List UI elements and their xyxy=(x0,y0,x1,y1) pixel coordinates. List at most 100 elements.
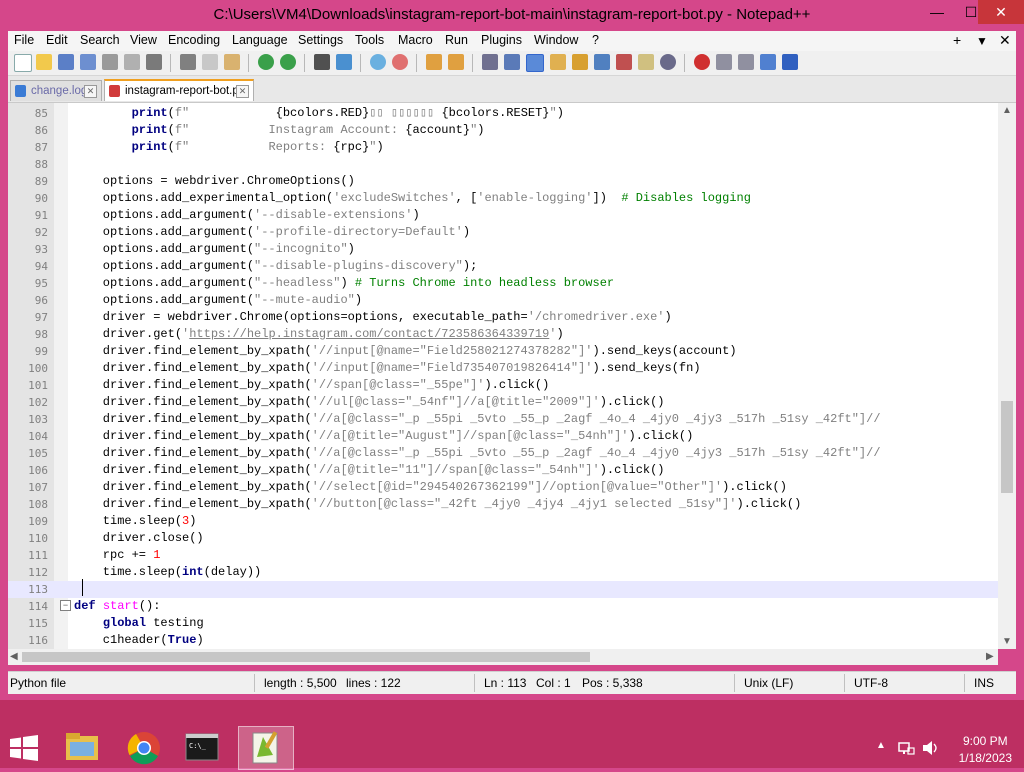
code-text[interactable]: global testing xyxy=(74,615,204,632)
code-line[interactable]: 87 print(f" Reports: {rpc}") xyxy=(8,139,998,156)
stop-macro-icon[interactable] xyxy=(716,54,732,70)
menu-encoding[interactable]: Encoding xyxy=(168,33,220,47)
code-text[interactable]: time.sleep(int(delay)) xyxy=(74,564,261,581)
code-text[interactable]: options.add_experimental_option('exclude… xyxy=(74,190,751,207)
tab-close-icon[interactable]: ✕ xyxy=(84,85,97,98)
code-line[interactable]: 114 def start(): xyxy=(8,598,998,615)
code-line[interactable]: 111 rpc += 1 xyxy=(8,547,998,564)
menu-settings[interactable]: Settings xyxy=(298,33,343,47)
code-line[interactable]: 108 driver.find_element_by_xpath('//butt… xyxy=(8,496,998,513)
file-explorer-taskbar-button[interactable] xyxy=(56,728,108,772)
notepadpp-taskbar-button[interactable] xyxy=(238,726,294,770)
code-line[interactable]: 97 driver = webdriver.Chrome(options=opt… xyxy=(8,309,998,326)
print-icon[interactable] xyxy=(146,54,162,70)
code-line[interactable]: 100 driver.find_element_by_xpath('//inpu… xyxy=(8,360,998,377)
minimize-button[interactable]: — xyxy=(920,0,954,24)
new-file-icon[interactable] xyxy=(14,54,32,72)
indent-guide-icon[interactable] xyxy=(526,54,544,72)
vertical-scrollbar[interactable]: ▲ ▼ xyxy=(998,103,1016,649)
fold-minus-icon[interactable]: − xyxy=(60,600,71,611)
network-icon[interactable] xyxy=(898,740,916,756)
tray-expand-icon[interactable]: ▲ xyxy=(876,740,886,751)
menu-help[interactable]: ? xyxy=(592,33,599,47)
tab-close-icon[interactable]: ✕ xyxy=(236,85,249,98)
chrome-taskbar-button[interactable] xyxy=(118,728,170,772)
replace-icon[interactable] xyxy=(336,54,352,70)
code-text[interactable]: driver.find_element_by_xpath('//a[@class… xyxy=(74,411,881,428)
monitoring-icon[interactable] xyxy=(638,54,654,70)
code-text[interactable]: driver.find_element_by_xpath('//select[@… xyxy=(74,479,787,496)
code-line[interactable]: 109 time.sleep(3) xyxy=(8,513,998,530)
menu-window[interactable]: Window xyxy=(534,33,578,47)
sync-horizontal-icon[interactable] xyxy=(448,54,464,70)
code-text[interactable]: print(f" {bcolors.RED}▯▯ ▯▯▯▯▯▯ {bcolors… xyxy=(74,105,564,122)
doc-map-icon[interactable] xyxy=(572,54,588,70)
code-line[interactable]: 116 c1header(True) xyxy=(8,632,998,649)
code-text[interactable]: driver = webdriver.Chrome(options=option… xyxy=(74,309,672,326)
menu-plugins[interactable]: Plugins xyxy=(481,33,522,47)
code-line[interactable]: 89 options = webdriver.ChromeOptions() xyxy=(8,173,998,190)
code-text[interactable]: options.add_argument('--disable-extensio… xyxy=(74,207,420,224)
horizontal-scroll-thumb[interactable] xyxy=(22,652,590,662)
code-line[interactable]: 110 driver.close() xyxy=(8,530,998,547)
code-text[interactable]: options = webdriver.ChromeOptions() xyxy=(74,173,355,190)
code-text[interactable]: options.add_argument('--profile-director… xyxy=(74,224,470,241)
menu-macro[interactable]: Macro xyxy=(398,33,433,47)
code-text[interactable]: driver.get('https://help.instagram.com/c… xyxy=(74,326,564,343)
code-line[interactable]: 104 driver.find_element_by_xpath('//a[@t… xyxy=(8,428,998,445)
code-text[interactable]: driver.find_element_by_xpath('//input[@n… xyxy=(74,343,737,360)
code-text[interactable]: options.add_argument("--incognito") xyxy=(74,241,355,258)
code-line[interactable]: 103 driver.find_element_by_xpath('//a[@c… xyxy=(8,411,998,428)
code-text[interactable]: driver.close() xyxy=(74,530,204,547)
scroll-down-icon[interactable]: ▼ xyxy=(998,636,1016,647)
udl-icon[interactable] xyxy=(550,54,566,70)
code-line[interactable]: 112 time.sleep(int(delay)) xyxy=(8,564,998,581)
menu-file[interactable]: File xyxy=(14,33,34,47)
code-line[interactable]: 96 options.add_argument("--mute-audio") xyxy=(8,292,998,309)
code-editor[interactable]: 85 print(f" {bcolors.RED}▯▯ ▯▯▯▯▯▯ {bcol… xyxy=(8,103,1016,649)
code-line[interactable]: 85 print(f" {bcolors.RED}▯▯ ▯▯▯▯▯▯ {bcol… xyxy=(8,105,998,122)
scroll-up-icon[interactable]: ▲ xyxy=(998,105,1016,116)
code-text[interactable]: def start(): xyxy=(74,598,160,615)
zoom-out-icon[interactable] xyxy=(392,54,408,70)
code-text[interactable]: driver.find_element_by_xpath('//input[@n… xyxy=(74,360,701,377)
menu-view[interactable]: View xyxy=(130,33,157,47)
taskbar-clock[interactable]: 9:00 PM 1/18/2023 xyxy=(959,733,1012,767)
tab-change-log[interactable]: change.log ✕ xyxy=(10,80,102,101)
scroll-right-icon[interactable]: ▶ xyxy=(986,649,994,665)
redo-icon[interactable] xyxy=(280,54,296,70)
code-text[interactable]: driver.find_element_by_xpath('//ul[@clas… xyxy=(74,394,665,411)
close-file-icon[interactable] xyxy=(102,54,118,70)
menu-edit[interactable]: Edit xyxy=(46,33,68,47)
show-all-chars-icon[interactable] xyxy=(504,54,520,70)
menu-tools[interactable]: Tools xyxy=(355,33,384,47)
code-line[interactable]: 102 driver.find_element_by_xpath('//ul[@… xyxy=(8,394,998,411)
sync-vertical-icon[interactable] xyxy=(426,54,442,70)
close-all-icon[interactable] xyxy=(124,54,140,70)
code-text[interactable]: c1header(True) xyxy=(74,632,204,649)
windows-start-icon[interactable] xyxy=(10,735,38,761)
code-line[interactable]: 92 options.add_argument('--profile-direc… xyxy=(8,224,998,241)
code-line[interactable]: 90 options.add_experimental_option('excl… xyxy=(8,190,998,207)
scroll-left-icon[interactable]: ◀ xyxy=(10,649,18,665)
code-text[interactable]: time.sleep(3) xyxy=(74,513,197,530)
code-text[interactable]: rpc += 1 xyxy=(74,547,161,564)
title-bar[interactable]: C:\Users\VM4\Downloads\instagram-report-… xyxy=(0,0,1024,30)
code-line[interactable]: 107 driver.find_element_by_xpath('//sele… xyxy=(8,479,998,496)
save-all-icon[interactable] xyxy=(80,54,96,70)
play-macro-icon[interactable] xyxy=(738,54,754,70)
code-text[interactable]: options.add_argument("--mute-audio") xyxy=(74,292,362,309)
vertical-scroll-thumb[interactable] xyxy=(1001,401,1013,493)
code-line[interactable]: 88 xyxy=(8,156,998,173)
code-line[interactable]: 86 print(f" Instagram Account: {account}… xyxy=(8,122,998,139)
code-text[interactable]: print(f" Reports: {rpc}") xyxy=(74,139,384,156)
code-line[interactable]: 99 driver.find_element_by_xpath('//input… xyxy=(8,343,998,360)
status-eol[interactable]: Unix (LF) xyxy=(744,676,793,690)
code-text[interactable]: driver.find_element_by_xpath('//span[@cl… xyxy=(74,377,549,394)
record-macro-icon[interactable] xyxy=(694,54,710,70)
find-icon[interactable] xyxy=(314,54,330,70)
open-file-icon[interactable] xyxy=(36,54,52,70)
eye-icon[interactable] xyxy=(660,54,676,70)
new-tab-plus-icon[interactable]: + xyxy=(953,32,961,48)
menu-run[interactable]: Run xyxy=(445,33,468,47)
